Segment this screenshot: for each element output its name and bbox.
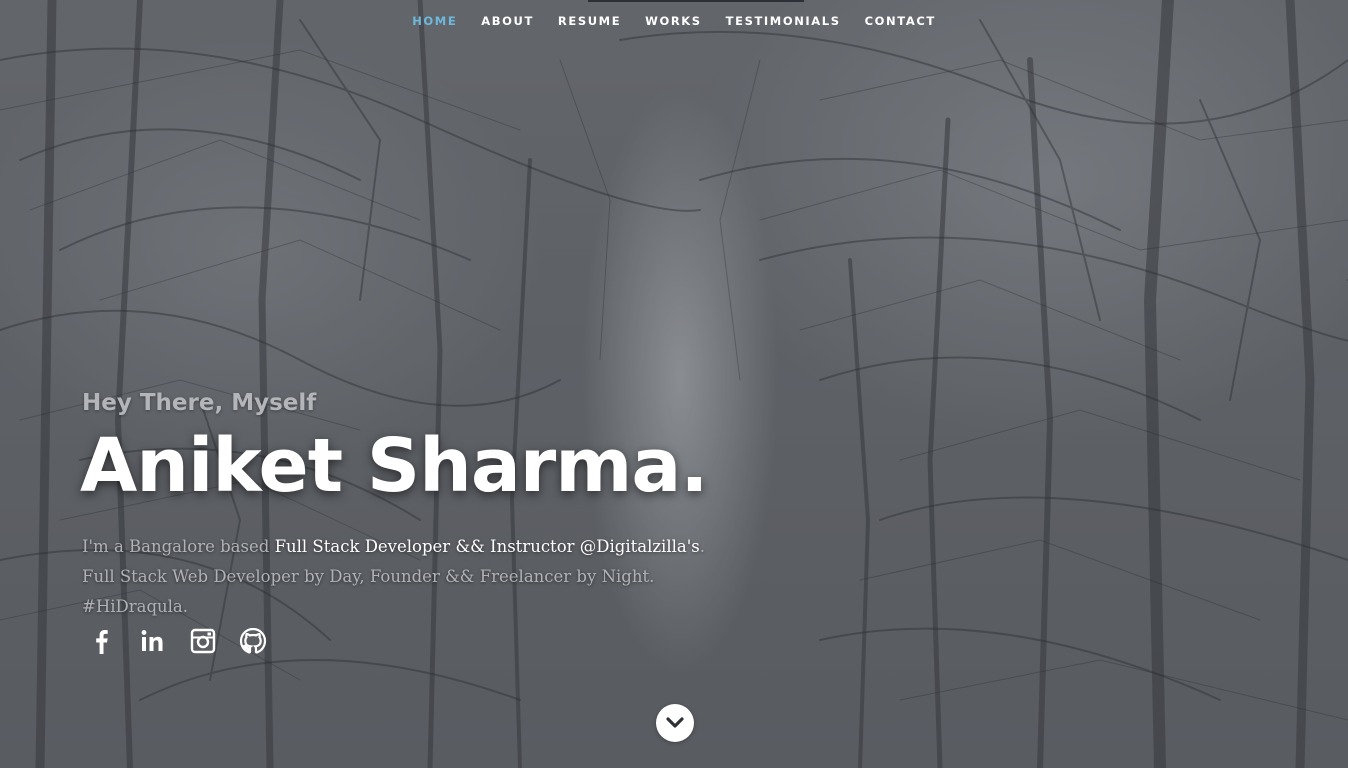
nav-link-testimonials[interactable]: TESTIMONIALS (714, 0, 853, 42)
nav-link-home[interactable]: HOME (400, 0, 469, 42)
github-icon (239, 627, 267, 654)
instagram-icon (190, 628, 216, 654)
nav-link-works[interactable]: WORKS (633, 0, 714, 42)
nav-link-about[interactable]: ABOUT (469, 0, 546, 42)
linkedin-icon (141, 630, 163, 651)
chevron-down-icon (666, 717, 684, 728)
banner: Hey There, Myself Aniket Sharma. I'm a B… (80, 386, 742, 622)
hero-section: HOME ABOUT RESUME WORKS TESTIMONIALS CON… (0, 0, 1348, 768)
main-nav: HOME ABOUT RESUME WORKS TESTIMONIALS CON… (0, 0, 1348, 42)
intro-prefix: I'm a Bangalore based (82, 537, 275, 556)
nav-item-home: HOME (400, 0, 469, 42)
intro-paragraph: I'm a Bangalore based Full Stack Develop… (82, 532, 732, 622)
page-title: Aniket Sharma. (80, 423, 708, 509)
intro-highlight: Full Stack Developer && Instructor @Digi… (274, 537, 700, 556)
linkedin-link[interactable] (138, 626, 188, 658)
nav-item-about: ABOUT (469, 0, 546, 42)
nav-item-works: WORKS (633, 0, 714, 42)
facebook-link[interactable] (88, 626, 138, 658)
nav-item-contact: CONTACT (853, 0, 948, 42)
instagram-link[interactable] (188, 626, 238, 658)
nav-list: HOME ABOUT RESUME WORKS TESTIMONIALS CON… (400, 0, 948, 42)
nav-item-testimonials: TESTIMONIALS (714, 0, 853, 42)
github-link[interactable] (238, 626, 288, 658)
greeting-text: Hey There, Myself (82, 390, 317, 416)
facebook-icon (96, 630, 108, 654)
nav-link-contact[interactable]: CONTACT (853, 0, 948, 42)
scroll-down-button[interactable] (656, 704, 694, 742)
nav-item-resume: RESUME (546, 0, 633, 42)
social-links (88, 626, 288, 658)
nav-link-resume[interactable]: RESUME (546, 0, 633, 42)
